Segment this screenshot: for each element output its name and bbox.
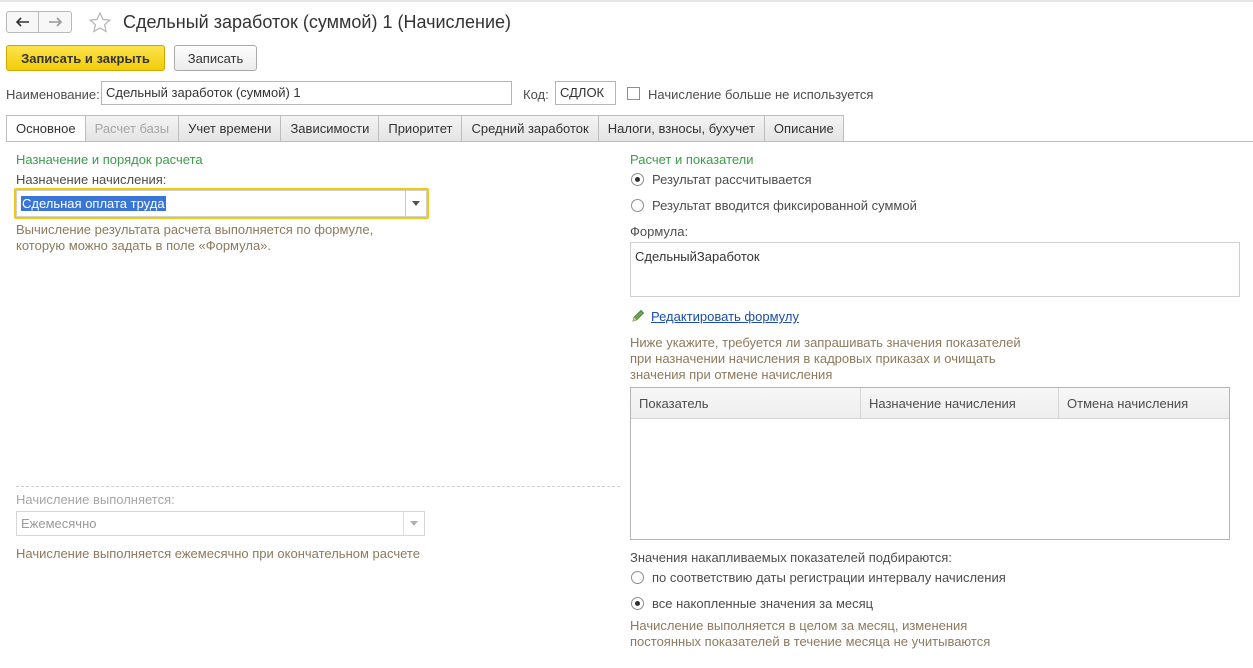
chevron-down-icon bbox=[410, 521, 418, 526]
purpose-hint-line: Вычисление результата расчета выполняетс… bbox=[16, 222, 374, 237]
edit-formula-link[interactable]: Редактировать формулу bbox=[651, 309, 799, 324]
tab-base-calc: Расчет базы bbox=[85, 115, 180, 142]
arrow-left-icon bbox=[15, 17, 29, 27]
indicators-hint-line: при назначении начисления в кадровых при… bbox=[630, 351, 996, 366]
code-label: Код: bbox=[523, 87, 549, 102]
forward-button[interactable] bbox=[39, 11, 72, 33]
radio-fixed-label: Результат вводится фиксированной суммой bbox=[652, 198, 917, 213]
back-button[interactable] bbox=[6, 11, 39, 33]
executes-hint: Начисление выполняется ежемесячно при ок… bbox=[16, 546, 420, 561]
tab-taxes[interactable]: Налоги, взносы, бухучет bbox=[598, 115, 765, 142]
tab-priority[interactable]: Приоритет bbox=[379, 115, 463, 142]
month-hint-line: постоянных показателей в течение месяца … bbox=[630, 634, 991, 649]
section-title-calc: Расчет и показатели bbox=[630, 152, 754, 167]
formula-textarea[interactable]: СдельныйЗаработок bbox=[630, 242, 1240, 297]
name-label: Наименование: bbox=[6, 87, 100, 102]
month-hint: Начисление выполняется в целом за месяц,… bbox=[630, 618, 990, 650]
executes-select: Ежемесячно bbox=[16, 511, 425, 536]
indicators-hint-line: Ниже укажите, требуется ли запрашивать з… bbox=[630, 335, 1021, 350]
indicators-table[interactable]: Показатель Назначение начисления Отмена … bbox=[630, 387, 1230, 540]
column-header-assignment[interactable]: Назначение начисления bbox=[861, 388, 1059, 418]
tab-bar: Основное Расчет базы Учет времени Зависи… bbox=[6, 115, 844, 142]
purpose-selected-text: Сдельная оплата труда bbox=[21, 196, 166, 211]
tab-divider bbox=[6, 141, 1253, 142]
radio-fixed[interactable] bbox=[631, 199, 644, 212]
radio-all-month-label: все накопленные значения за месяц bbox=[652, 596, 874, 611]
pencil-icon bbox=[631, 309, 645, 326]
purpose-hint-line: которую можно задать в поле «Формула». bbox=[16, 238, 272, 253]
section-title-purpose: Назначение и порядок расчета bbox=[16, 152, 203, 167]
purpose-label: Назначение начисления: bbox=[16, 172, 167, 187]
purpose-dropdown-button[interactable] bbox=[405, 191, 426, 216]
indicators-table-header: Показатель Назначение начисления Отмена … bbox=[631, 388, 1229, 419]
radio-selected-dot bbox=[635, 601, 640, 606]
unused-checkbox[interactable] bbox=[627, 87, 640, 100]
save-and-close-button[interactable]: Записать и закрыть bbox=[6, 45, 165, 71]
purpose-hint: Вычисление результата расчета выполняетс… bbox=[16, 222, 373, 254]
save-button[interactable]: Записать bbox=[174, 45, 257, 71]
accumulated-label: Значения накапливаемых показателей подби… bbox=[630, 550, 952, 565]
radio-calculated[interactable] bbox=[631, 173, 644, 186]
tab-description[interactable]: Описание bbox=[764, 115, 844, 142]
favorite-star-icon[interactable] bbox=[88, 11, 112, 36]
tab-dependencies[interactable]: Зависимости bbox=[281, 115, 380, 142]
indicators-hint: Ниже укажите, требуется ли запрашивать з… bbox=[630, 335, 1021, 383]
radio-by-date[interactable] bbox=[631, 571, 644, 584]
name-input[interactable]: Сдельный заработок (суммой) 1 bbox=[101, 81, 512, 105]
radio-by-date-label: по соответствию даты регистрации интерва… bbox=[652, 570, 1006, 585]
tab-time-accounting[interactable]: Учет времени bbox=[179, 115, 282, 142]
code-input[interactable]: СДЛОК bbox=[555, 81, 616, 105]
radio-selected-dot bbox=[635, 177, 640, 182]
unused-checkbox-label: Начисление больше не используется bbox=[648, 87, 874, 102]
purpose-select[interactable]: Сдельная оплата труда bbox=[16, 190, 427, 217]
formula-label: Формула: bbox=[630, 224, 689, 239]
tab-average-earnings[interactable]: Средний заработок bbox=[462, 115, 599, 142]
chevron-down-icon bbox=[412, 201, 420, 206]
tab-main[interactable]: Основное bbox=[6, 115, 86, 142]
window-top-border bbox=[0, 0, 1253, 2]
radio-calculated-label: Результат рассчитывается bbox=[652, 172, 812, 187]
window-title: Сдельный заработок (суммой) 1 (Начислени… bbox=[123, 12, 512, 32]
arrow-right-icon bbox=[49, 17, 62, 27]
executes-dropdown-button bbox=[403, 512, 424, 535]
radio-all-month[interactable] bbox=[631, 597, 644, 610]
column-header-cancel[interactable]: Отмена начисления bbox=[1059, 388, 1229, 418]
purpose-select-value: Сдельная оплата труда bbox=[17, 196, 405, 211]
executes-label: Начисление выполняется: bbox=[16, 492, 175, 507]
indicators-hint-line: значения при отмене начисления bbox=[630, 367, 833, 382]
column-header-indicator[interactable]: Показатель bbox=[631, 388, 861, 418]
executes-select-value: Ежемесячно bbox=[21, 516, 97, 531]
month-hint-line: Начисление выполняется в целом за месяц,… bbox=[630, 618, 968, 633]
separator bbox=[16, 486, 620, 487]
